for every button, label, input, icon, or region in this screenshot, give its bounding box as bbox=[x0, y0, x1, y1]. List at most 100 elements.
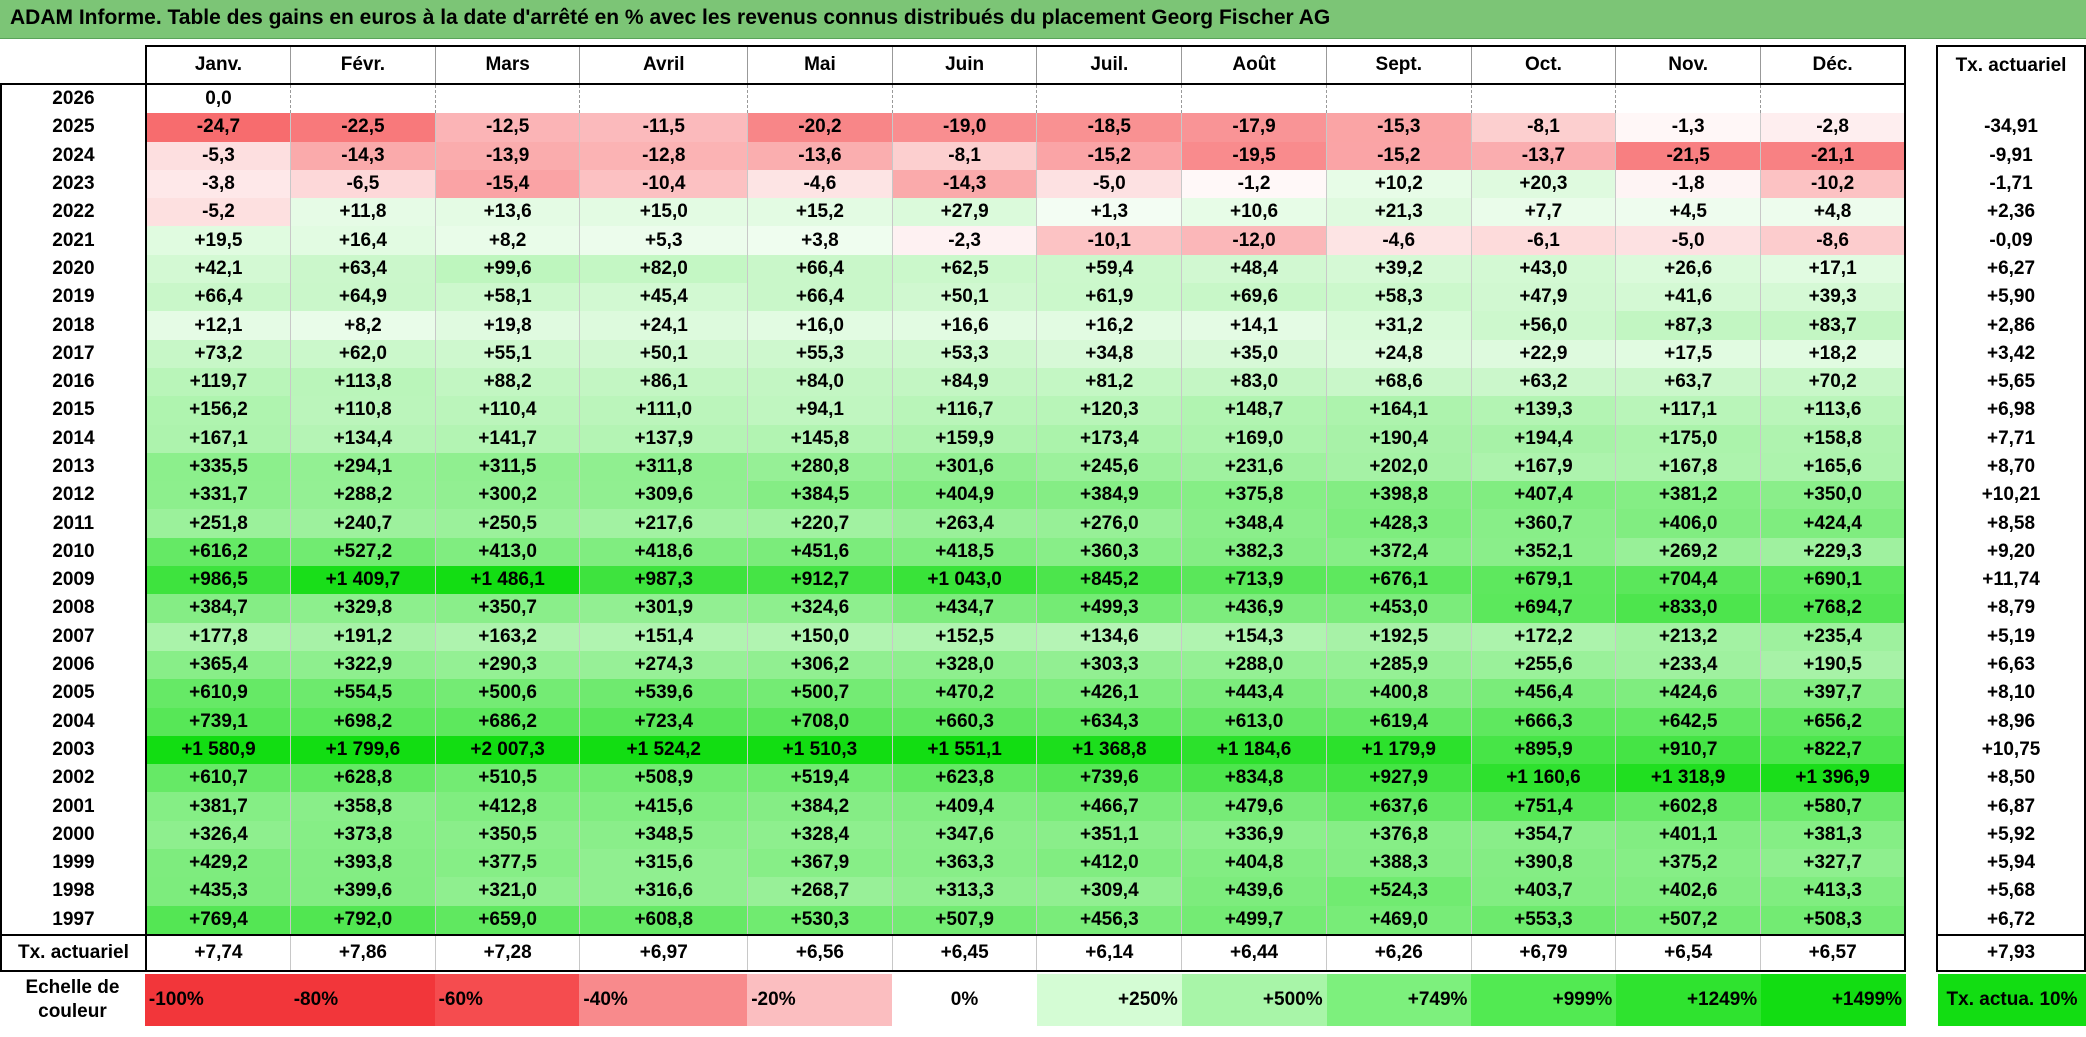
rate-cell: +5,19 bbox=[1936, 622, 2086, 651]
value-cell: +554,5 bbox=[290, 679, 436, 708]
table-row: 1999 +429,2 +393,8 +377,5 +315,6 +367,9 +363,3… bbox=[0, 849, 2086, 878]
value-cell: +268,7 bbox=[747, 877, 893, 906]
value-cell bbox=[1181, 82, 1327, 114]
value-cell: +912,7 bbox=[747, 566, 893, 595]
value-cell: +81,2 bbox=[1036, 367, 1182, 397]
value-cell: +250,5 bbox=[434, 509, 580, 538]
value-cell: +402,6 bbox=[1615, 877, 1761, 906]
value-cell: +17,1 bbox=[1760, 254, 1907, 284]
value-cell: +15,0 bbox=[579, 198, 748, 227]
value-cell: +217,6 bbox=[579, 509, 748, 538]
legend-swatch: -40% bbox=[579, 974, 748, 1026]
legend-swatch: -80% bbox=[289, 974, 435, 1026]
year-cell: 2010 bbox=[0, 537, 147, 567]
value-cell: +384,5 bbox=[747, 481, 893, 510]
value-cell: +723,4 bbox=[579, 707, 748, 736]
rate-cell: +6,87 bbox=[1936, 792, 2086, 821]
value-cell: +1 409,7 bbox=[290, 566, 436, 595]
spacer-cell bbox=[1905, 735, 1938, 765]
value-cell: +117,1 bbox=[1615, 396, 1761, 425]
spacer-cell bbox=[1905, 367, 1938, 397]
value-cell: +321,0 bbox=[434, 877, 580, 906]
value-cell: +435,3 bbox=[144, 877, 291, 906]
legend-swatch: +1499% bbox=[1761, 974, 1907, 1026]
value-cell: +39,2 bbox=[1325, 254, 1472, 284]
table-row: 2003 +1 580,9 +1 799,6 +2 007,3 +1 524,2 +1 5… bbox=[0, 735, 2086, 765]
value-cell: +288,0 bbox=[1181, 650, 1327, 680]
legend-swatch: +500% bbox=[1181, 974, 1327, 1026]
value-cell: +1 043,0 bbox=[891, 566, 1037, 595]
value-cell: +610,9 bbox=[144, 679, 291, 708]
value-cell: +63,7 bbox=[1615, 367, 1761, 397]
year-cell: 2011 bbox=[0, 509, 147, 538]
value-cell: +7,7 bbox=[1470, 198, 1616, 227]
value-cell: +134,6 bbox=[1036, 622, 1182, 651]
spacer-cell bbox=[1905, 537, 1938, 567]
year-cell: 2018 bbox=[0, 311, 147, 340]
value-cell: +553,3 bbox=[1470, 905, 1616, 935]
value-cell: +443,4 bbox=[1181, 679, 1327, 708]
value-cell: +301,9 bbox=[579, 594, 748, 623]
spacer-cell bbox=[1905, 141, 1938, 170]
value-cell: +500,6 bbox=[434, 679, 580, 708]
value-cell: +1 551,1 bbox=[891, 735, 1037, 765]
spacer-cell bbox=[1905, 169, 1938, 199]
legend-swatch: +1249% bbox=[1616, 974, 1762, 1026]
value-cell: -12,0 bbox=[1181, 226, 1327, 255]
value-cell: +507,9 bbox=[891, 905, 1037, 935]
value-cell: +145,8 bbox=[747, 424, 893, 453]
table-row: 2022 -5,2 +11,8 +13,6 +15,0 +15,2 +27,9 +1,3 +10… bbox=[0, 198, 2086, 227]
value-cell: +1 799,6 bbox=[290, 735, 436, 765]
year-cell: 2026 bbox=[0, 82, 147, 114]
year-cell: 2022 bbox=[0, 198, 147, 227]
value-cell: +390,8 bbox=[1470, 849, 1616, 878]
year-cell: 2008 bbox=[0, 594, 147, 623]
value-cell: +381,7 bbox=[144, 792, 291, 821]
rate-cell: +7,71 bbox=[1936, 424, 2086, 453]
value-cell: +306,2 bbox=[747, 650, 893, 680]
value-cell: -2,8 bbox=[1760, 113, 1907, 142]
value-cell: +372,4 bbox=[1325, 537, 1472, 567]
value-cell: +418,5 bbox=[891, 537, 1037, 567]
value-cell: +407,4 bbox=[1470, 481, 1616, 510]
value-cell: +348,4 bbox=[1181, 509, 1327, 538]
value-cell: +628,8 bbox=[290, 764, 436, 793]
value-cell: +66,4 bbox=[747, 254, 893, 284]
value-cell: +508,9 bbox=[579, 764, 748, 793]
value-cell: -13,9 bbox=[434, 141, 580, 170]
value-cell: +415,6 bbox=[579, 792, 748, 821]
table-row: 2004 +739,1 +698,2 +686,2 +723,4 +708,0 +660,3… bbox=[0, 707, 2086, 736]
value-cell: +328,4 bbox=[747, 820, 893, 850]
value-cell: +354,7 bbox=[1470, 820, 1616, 850]
value-cell: +527,2 bbox=[290, 537, 436, 567]
value-cell: +152,5 bbox=[891, 622, 1037, 651]
value-cell: +62,0 bbox=[290, 339, 436, 368]
value-cell: -10,4 bbox=[579, 169, 748, 199]
value-cell: +424,6 bbox=[1615, 679, 1761, 708]
table-row: 2011 +251,8 +240,7 +250,5 +217,6 +220,7 +263,4… bbox=[0, 509, 2086, 538]
value-cell: +99,6 bbox=[434, 254, 580, 284]
value-cell: +11,8 bbox=[290, 198, 436, 227]
value-cell: -13,7 bbox=[1470, 141, 1616, 170]
value-cell: +376,8 bbox=[1325, 820, 1472, 850]
value-cell: -15,3 bbox=[1325, 113, 1472, 142]
value-cell: +322,9 bbox=[290, 650, 436, 680]
value-cell bbox=[434, 82, 580, 114]
table-row: 2001 +381,7 +358,8 +412,8 +415,6 +384,2 +409,4… bbox=[0, 792, 2086, 821]
value-cell: +927,9 bbox=[1325, 764, 1472, 793]
spacer-cell bbox=[1905, 46, 1938, 84]
value-cell: +70,2 bbox=[1760, 367, 1907, 397]
value-cell: +4,8 bbox=[1760, 198, 1907, 227]
value-cell: +1 368,8 bbox=[1036, 735, 1182, 765]
value-cell: +792,0 bbox=[290, 905, 436, 935]
rate-cell: +10,21 bbox=[1936, 481, 2086, 510]
value-cell: +141,7 bbox=[434, 424, 580, 453]
year-cell: 2000 bbox=[0, 820, 147, 850]
value-cell: +110,8 bbox=[290, 396, 436, 425]
value-cell: +165,6 bbox=[1760, 452, 1907, 482]
value-cell: +400,8 bbox=[1325, 679, 1472, 708]
value-cell: -8,1 bbox=[891, 141, 1037, 170]
rate-cell: +5,94 bbox=[1936, 849, 2086, 878]
value-cell: -4,6 bbox=[1325, 226, 1472, 255]
value-cell: +245,6 bbox=[1036, 452, 1182, 482]
